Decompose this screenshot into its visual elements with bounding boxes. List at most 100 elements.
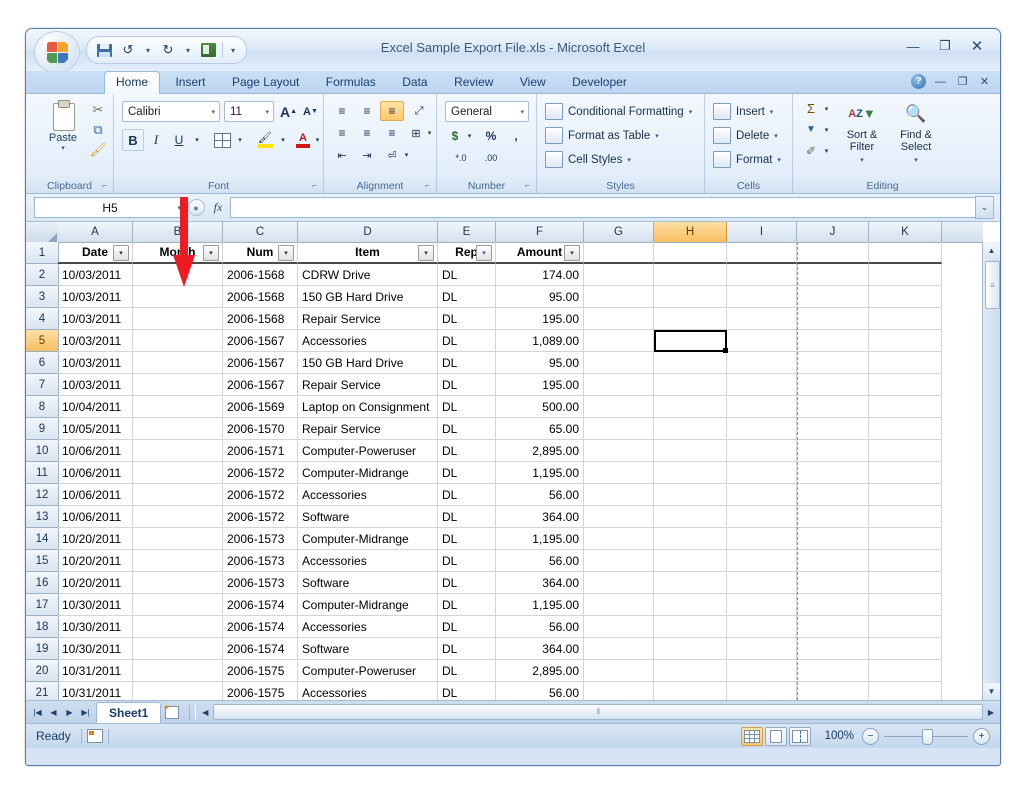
last-sheet-button[interactable]: ▶| — [78, 704, 93, 720]
alignment-dialog-launcher[interactable]: ⌐ — [422, 180, 433, 191]
vertical-scrollbar[interactable]: ▲ ≡ ▼ — [982, 242, 1000, 700]
cell-date-11[interactable]: 10/06/2011 — [58, 462, 133, 484]
font-size-combo[interactable]: 11 ▾ — [224, 101, 274, 122]
cell-amount-11[interactable]: 1,195.00 — [496, 462, 584, 484]
filter-dropdown-month[interactable]: ▾ — [203, 245, 219, 261]
cell-item-8[interactable]: Laptop on Consignment — [298, 396, 438, 418]
cell-G7[interactable] — [584, 374, 654, 396]
insert-worksheet-icon[interactable]: ✶ — [161, 703, 183, 721]
column-header-h[interactable]: H — [654, 222, 727, 242]
cell-num-7[interactable]: 2006-1567 — [223, 374, 298, 396]
cell-H5[interactable] — [654, 330, 727, 352]
row-header-10[interactable]: 10 — [26, 440, 58, 462]
cell-num-11[interactable]: 2006-1572 — [223, 462, 298, 484]
cell-I12[interactable] — [727, 484, 797, 506]
number-format-combo[interactable]: General ▾ — [445, 101, 529, 122]
copy-icon[interactable]: ⧉ — [88, 121, 108, 139]
cell-J3[interactable] — [797, 286, 869, 308]
cell-rep-16[interactable]: DL — [438, 572, 496, 594]
row-header-9[interactable]: 9 — [26, 418, 58, 440]
cell-item-3[interactable]: 150 GB Hard Drive — [298, 286, 438, 308]
cell-num-20[interactable]: 2006-1575 — [223, 660, 298, 682]
next-sheet-button[interactable]: ▶ — [62, 704, 77, 720]
cell-K7[interactable] — [869, 374, 942, 396]
doc-close-button[interactable]: ✕ — [975, 72, 994, 91]
clipboard-dialog-launcher[interactable]: ⌐ — [99, 180, 110, 191]
sheet-tab-sheet1[interactable]: Sheet1 — [96, 702, 161, 723]
wrap-text-icon[interactable]: ⏎ — [382, 145, 402, 165]
cell-rep-5[interactable]: DL — [438, 330, 496, 352]
cell-J5[interactable] — [797, 330, 869, 352]
cell-J12[interactable] — [797, 484, 869, 506]
accounting-dropdown-icon[interactable]: ▾ — [464, 125, 475, 146]
cell-rep-19[interactable]: DL — [438, 638, 496, 660]
cell-K9[interactable] — [869, 418, 942, 440]
middle-align-icon[interactable]: ≡ — [355, 101, 379, 121]
cell-amount-20[interactable]: 2,895.00 — [496, 660, 584, 682]
format-as-table-button[interactable]: Format as Table ▾ — [545, 127, 659, 144]
underline-button[interactable]: U — [168, 129, 190, 151]
cell-rep-21[interactable]: DL — [438, 682, 496, 700]
column-header-a[interactable]: A — [58, 222, 133, 242]
cell-amount-17[interactable]: 1,195.00 — [496, 594, 584, 616]
cell-G6[interactable] — [584, 352, 654, 374]
normal-view-button[interactable] — [741, 727, 763, 746]
zoom-out-button[interactable]: − — [862, 728, 879, 745]
cell-num-5[interactable]: 2006-1567 — [223, 330, 298, 352]
expand-formula-bar-icon[interactable]: ⌄ — [975, 196, 994, 219]
cell-I13[interactable] — [727, 506, 797, 528]
cell-amount-12[interactable]: 56.00 — [496, 484, 584, 506]
cell-I3[interactable] — [727, 286, 797, 308]
row-header-7[interactable]: 7 — [26, 374, 58, 396]
cell-J14[interactable] — [797, 528, 869, 550]
cell-item-4[interactable]: Repair Service — [298, 308, 438, 330]
column-header-f[interactable]: F — [496, 222, 584, 242]
cell-month-10[interactable] — [133, 440, 223, 462]
cell-amount-6[interactable]: 95.00 — [496, 352, 584, 374]
cell-amount-5[interactable]: 1,089.00 — [496, 330, 584, 352]
cell-num-21[interactable]: 2006-1575 — [223, 682, 298, 700]
increase-indent-icon[interactable]: ⇥ — [355, 145, 379, 165]
cell-I17[interactable] — [727, 594, 797, 616]
cell-I21[interactable] — [727, 682, 797, 700]
font-dialog-launcher[interactable]: ⌐ — [309, 180, 320, 191]
cell-num-4[interactable]: 2006-1568 — [223, 308, 298, 330]
minimize-button[interactable]: — — [898, 35, 928, 57]
tab-developer[interactable]: Developer — [561, 71, 638, 94]
row-header-18[interactable]: 18 — [26, 616, 58, 638]
cell-num-15[interactable]: 2006-1573 — [223, 550, 298, 572]
grow-font-icon[interactable]: A▲ — [278, 101, 299, 122]
column-header-c[interactable]: C — [223, 222, 298, 242]
cell-styles-button[interactable]: Cell Styles ▾ — [545, 151, 631, 168]
cell-item-15[interactable]: Accessories — [298, 550, 438, 572]
zoom-slider[interactable] — [884, 736, 968, 737]
cell-month-4[interactable] — [133, 308, 223, 330]
format-cells-button[interactable]: Format ▾ — [713, 151, 781, 168]
cell-date-17[interactable]: 10/30/2011 — [58, 594, 133, 616]
page-break-view-button[interactable] — [789, 727, 811, 746]
row-header-14[interactable]: 14 — [26, 528, 58, 550]
cell-item-17[interactable]: Computer-Midrange — [298, 594, 438, 616]
header-empty-K[interactable] — [869, 242, 942, 264]
cell-J10[interactable] — [797, 440, 869, 462]
row-header-11[interactable]: 11 — [26, 462, 58, 484]
paste-button[interactable]: Paste ▾ — [38, 101, 88, 152]
cell-month-5[interactable] — [133, 330, 223, 352]
cell-H10[interactable] — [654, 440, 727, 462]
cell-date-19[interactable]: 10/30/2011 — [58, 638, 133, 660]
cell-month-13[interactable] — [133, 506, 223, 528]
cell-H6[interactable] — [654, 352, 727, 374]
tab-review[interactable]: Review — [443, 71, 504, 94]
cell-K19[interactable] — [869, 638, 942, 660]
cell-date-12[interactable]: 10/06/2011 — [58, 484, 133, 506]
header-empty-G[interactable] — [584, 242, 654, 264]
cell-date-5[interactable]: 10/03/2011 — [58, 330, 133, 352]
header-empty-J[interactable] — [797, 242, 869, 264]
select-all-corner[interactable] — [26, 222, 59, 243]
cell-rep-10[interactable]: DL — [438, 440, 496, 462]
cell-K11[interactable] — [869, 462, 942, 484]
format-cells-dropdown-icon[interactable]: ▾ — [777, 156, 781, 164]
cell-G5[interactable] — [584, 330, 654, 352]
column-header-i[interactable]: I — [727, 222, 797, 242]
cell-I10[interactable] — [727, 440, 797, 462]
